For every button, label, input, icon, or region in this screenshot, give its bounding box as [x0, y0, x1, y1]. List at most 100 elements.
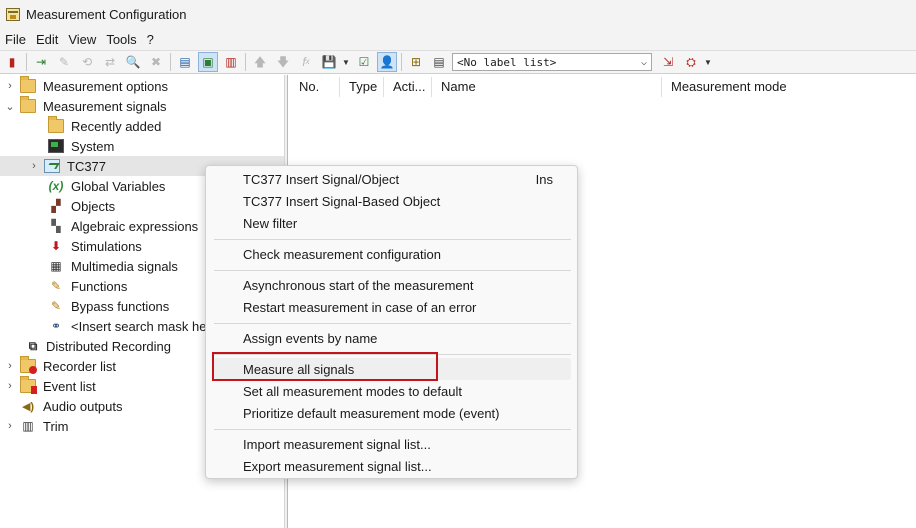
tree-item-bypass-functions[interactable]: ✎ Bypass functions [48, 296, 169, 316]
label-list-select[interactable]: <No label list> ⌵ [452, 53, 652, 71]
function-icon[interactable]: fx [296, 52, 316, 72]
menu-item-set-default-modes[interactable]: Set all measurement modes to default [214, 380, 571, 402]
menu-help[interactable]: ? [146, 32, 160, 47]
tree-item-label: Event list [43, 378, 96, 394]
variables-icon: (x) [48, 179, 64, 193]
tree-item-measurement-signals[interactable]: ⌄ Measurement signals [4, 96, 167, 116]
tree-item-algebraic-expressions[interactable]: ▚ Algebraic expressions [48, 216, 198, 236]
label-list-icon[interactable]: ▤ [429, 52, 449, 72]
tree-item-label: Distributed Recording [46, 338, 172, 354]
tree-item-label: Trim [43, 418, 69, 434]
delete-icon[interactable]: ✖ [146, 52, 166, 72]
tree-item-event-list[interactable]: › Event list [4, 376, 96, 396]
menu-item-label: TC377 Insert Signal/Object [243, 171, 400, 187]
menu-separator [214, 323, 571, 324]
column-header-active[interactable]: Acti... [383, 75, 431, 97]
tree-item-label: Objects [71, 198, 116, 214]
exit-icon[interactable]: ▮ [2, 52, 22, 72]
menu-item-assign-events[interactable]: Assign events by name [214, 327, 571, 349]
tree-item-objects[interactable]: ▞ Objects [48, 196, 115, 216]
chevron-right-icon[interactable]: › [4, 360, 16, 372]
column-header-name[interactable]: Name [431, 75, 661, 97]
menu-item-new-filter[interactable]: New filter [214, 212, 571, 234]
tree-item-multimedia-signals[interactable]: ▦ Multimedia signals [48, 256, 178, 276]
insert-signal-icon[interactable]: ⇥ [31, 52, 51, 72]
menu-item-async-start[interactable]: Asynchronous start of the measurement [214, 274, 571, 296]
system-icon [48, 139, 64, 153]
chevron-right-icon[interactable]: › [4, 420, 16, 432]
chevron-right-icon[interactable]: › [4, 80, 16, 92]
column-header-no[interactable]: No. [289, 75, 339, 97]
folder-icon [48, 116, 64, 133]
folder-icon [20, 76, 36, 93]
label-list-add-icon[interactable]: ⊞ [406, 52, 426, 72]
toolbar-separator [245, 53, 246, 71]
tree-item-recently-added[interactable]: Recently added [48, 116, 161, 136]
menu-item-export-list[interactable]: Export measurement signal list... [214, 455, 571, 477]
app-icon [6, 7, 20, 21]
move-down-icon[interactable]: 🡇 [273, 52, 293, 72]
tree-item-trim[interactable]: › ▥ Trim [4, 416, 69, 436]
save-icon[interactable]: 💾 [319, 52, 339, 72]
view-tree-icon[interactable]: ▣ [198, 52, 218, 72]
tree-item-label: <Insert search mask he [71, 318, 207, 334]
multimedia-icon: ▦ [50, 259, 62, 273]
chevron-right-icon[interactable]: › [28, 160, 40, 172]
trim-icon: ▥ [22, 419, 34, 433]
view-list-icon[interactable]: ▤ [175, 52, 195, 72]
tree-item-functions[interactable]: ✎ Functions [48, 276, 127, 296]
menu-separator [214, 270, 571, 271]
tree-item-system[interactable]: System [48, 136, 114, 156]
tree-item-measurement-options[interactable]: › Measurement options [4, 76, 168, 96]
column-header-type[interactable]: Type [339, 75, 383, 97]
menu-tools[interactable]: Tools [105, 32, 142, 47]
menu-item-insert-signal[interactable]: TC377 Insert Signal/Object Ins [214, 168, 571, 190]
menu-bar: File Edit View Tools ? [0, 28, 916, 50]
tree-item-label: Recently added [71, 118, 162, 134]
options-icon[interactable]: ⛭ [681, 52, 701, 72]
menu-view[interactable]: View [67, 32, 102, 47]
checkbox-icon[interactable]: ☑ [354, 52, 374, 72]
move-up-icon[interactable]: 🡅 [250, 52, 270, 72]
column-header-measurement-mode[interactable]: Measurement mode [661, 75, 881, 97]
tree-item-label: Multimedia signals [71, 258, 178, 274]
menu-item-label: Assign events by name [243, 330, 378, 346]
tree-item-label: Global Variables [71, 178, 166, 194]
user-icon[interactable]: 👤 [377, 52, 397, 72]
view-columns-icon[interactable]: ▥ [221, 52, 241, 72]
chevron-down-icon[interactable]: ⌄ [4, 100, 16, 113]
menu-item-label: Asynchronous start of the measurement [243, 277, 474, 293]
menu-item-restart-on-error[interactable]: Restart measurement in case of an error [214, 296, 571, 318]
menu-item-label: TC377 Insert Signal-Based Object [243, 193, 441, 209]
replace-signal-icon[interactable]: ⟲ [77, 52, 97, 72]
options-dropdown-icon[interactable]: ▼ [704, 58, 712, 67]
tree-item-global-variables[interactable]: (x) Global Variables [48, 176, 166, 196]
tree-item-search-mask[interactable]: ⚭ <Insert search mask he [48, 316, 207, 336]
tree-item-label: Bypass functions [71, 298, 170, 314]
event-icon [20, 376, 37, 394]
save-dropdown-icon[interactable]: ▼ [342, 58, 350, 67]
menu-file[interactable]: File [4, 32, 32, 47]
tc377-device-icon [44, 159, 60, 173]
tree-item-distributed-recording[interactable]: ⧉ Distributed Recording [24, 336, 171, 356]
binoculars-icon: ⚭ [50, 319, 62, 333]
menu-item-insert-signal-based-object[interactable]: TC377 Insert Signal-Based Object [214, 190, 571, 212]
search-icon[interactable]: 🔍 [123, 52, 143, 72]
toolbar-separator [401, 53, 402, 71]
tree-item-audio-outputs[interactable]: ◀) Audio outputs [20, 396, 123, 416]
folder-open-icon [20, 96, 36, 113]
move-signal-icon[interactable]: ⇄ [100, 52, 120, 72]
edit-signal-icon[interactable]: ✎ [54, 52, 74, 72]
highlight-annotation [212, 352, 438, 381]
functions-icon: ✎ [50, 279, 62, 293]
export-icon[interactable]: ⇲ [658, 52, 678, 72]
chevron-right-icon[interactable]: › [4, 380, 16, 392]
menu-item-check-configuration[interactable]: Check measurement configuration [214, 243, 571, 265]
tree-item-label: Algebraic expressions [71, 218, 199, 234]
tree-item-stimulations[interactable]: ⬇ Stimulations [48, 236, 142, 256]
menu-edit[interactable]: Edit [35, 32, 64, 47]
speaker-icon: ◀) [21, 400, 35, 413]
menu-item-import-list[interactable]: Import measurement signal list... [214, 433, 571, 455]
menu-item-prioritize-default-mode[interactable]: Prioritize default measurement mode (eve… [214, 402, 571, 424]
tree-item-recorder-list[interactable]: › Recorder list [4, 356, 116, 376]
